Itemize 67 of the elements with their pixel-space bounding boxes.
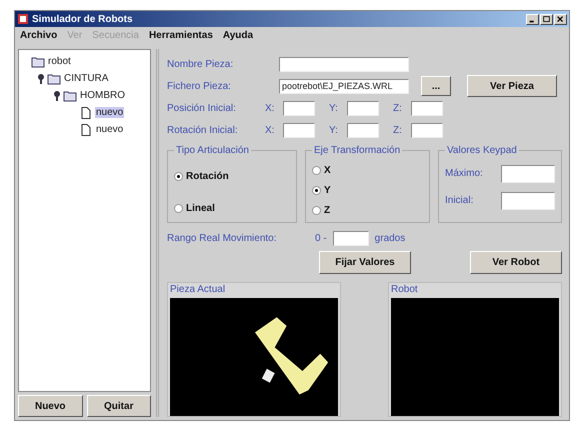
- group-title: Tipo Articulación: [175, 145, 250, 156]
- action-button[interactable]: Fijar Valores: [319, 251, 411, 274]
- tree-button[interactable]: Nuevo: [18, 395, 82, 417]
- app-icon: [17, 13, 29, 25]
- input-field[interactable]: [283, 100, 315, 116]
- axis-label: X:: [265, 102, 276, 114]
- view-piece-button[interactable]: Ver Pieza: [467, 75, 557, 97]
- action-button[interactable]: Ver Robot: [470, 251, 562, 274]
- minimize-icon[interactable]: [526, 14, 539, 24]
- radio-button[interactable]: [174, 204, 183, 212]
- field-label: Rango Real Movimiento:: [167, 232, 278, 244]
- close-icon[interactable]: [554, 14, 567, 24]
- tree-item[interactable]: nuevo: [95, 124, 124, 135]
- input-field[interactable]: [279, 56, 409, 72]
- radio-button[interactable]: [174, 172, 183, 180]
- menu-item[interactable]: Archivo: [20, 30, 58, 44]
- window-title: Simulador de Robots: [32, 14, 133, 24]
- option-label: Y: [324, 184, 331, 196]
- option-label: Lineal: [186, 202, 215, 214]
- field-label: Rotación Inicial:: [167, 124, 239, 136]
- field-label: Inicial:: [445, 195, 474, 206]
- input-field[interactable]: [347, 100, 379, 116]
- input-field[interactable]: [501, 192, 555, 210]
- field-label: Posición Inicial:: [167, 102, 237, 114]
- folder-icon: [31, 56, 45, 68]
- expanded-handle-icon[interactable]: [37, 74, 45, 84]
- radio-button[interactable]: [312, 186, 321, 194]
- axis-label: X:: [265, 124, 276, 136]
- unit-label: grados: [374, 232, 406, 244]
- menu-item[interactable]: Ayuda: [222, 30, 254, 44]
- axis-label: Y:: [329, 124, 339, 136]
- group-title: Valores Keypad: [446, 145, 518, 156]
- axis-label: Z:: [393, 102, 403, 114]
- expanded-handle-icon[interactable]: [53, 90, 61, 100]
- range-prefix: 0 -: [315, 232, 327, 244]
- tree-button[interactable]: Quitar: [86, 395, 151, 417]
- tree-item[interactable]: nuevo: [95, 107, 124, 118]
- option-label: Z: [324, 204, 330, 216]
- axis-label: Z:: [393, 124, 403, 136]
- folder-icon: [47, 72, 61, 84]
- tree-item[interactable]: robot: [47, 56, 72, 67]
- field-label: Fichero Pieza:: [167, 80, 232, 92]
- group-title: Eje Transformación: [313, 145, 402, 156]
- menu-item[interactable]: Herramientas: [148, 30, 213, 44]
- input-field[interactable]: [283, 122, 315, 138]
- input-field[interactable]: pootrebot\EJ_PIEZAS.WRL: [279, 78, 409, 94]
- radio-button[interactable]: [312, 166, 321, 174]
- browse-button[interactable]: ...: [421, 76, 451, 96]
- option-label: Rotación: [186, 170, 229, 182]
- panel-title: Robot: [391, 284, 419, 295]
- input-field[interactable]: [411, 122, 443, 138]
- field-label: Máximo:: [445, 168, 483, 179]
- tree-item[interactable]: HOMBRO: [79, 90, 126, 101]
- panel-title: Pieza Actual: [170, 284, 226, 295]
- tree-item[interactable]: CINTURA: [63, 73, 110, 84]
- field-label: Nombre Pieza:: [167, 58, 234, 70]
- input-field[interactable]: [347, 122, 379, 138]
- folder-icon: [63, 90, 77, 102]
- input-field[interactable]: [501, 164, 555, 182]
- option-label: X: [324, 164, 331, 176]
- axis-label: Y:: [329, 102, 339, 114]
- radio-button[interactable]: [312, 206, 321, 214]
- document-icon: [79, 106, 93, 118]
- input-field[interactable]: [411, 100, 443, 116]
- document-icon: [79, 124, 93, 136]
- maximize-icon[interactable]: [540, 14, 553, 24]
- input-field[interactable]: [332, 230, 369, 246]
